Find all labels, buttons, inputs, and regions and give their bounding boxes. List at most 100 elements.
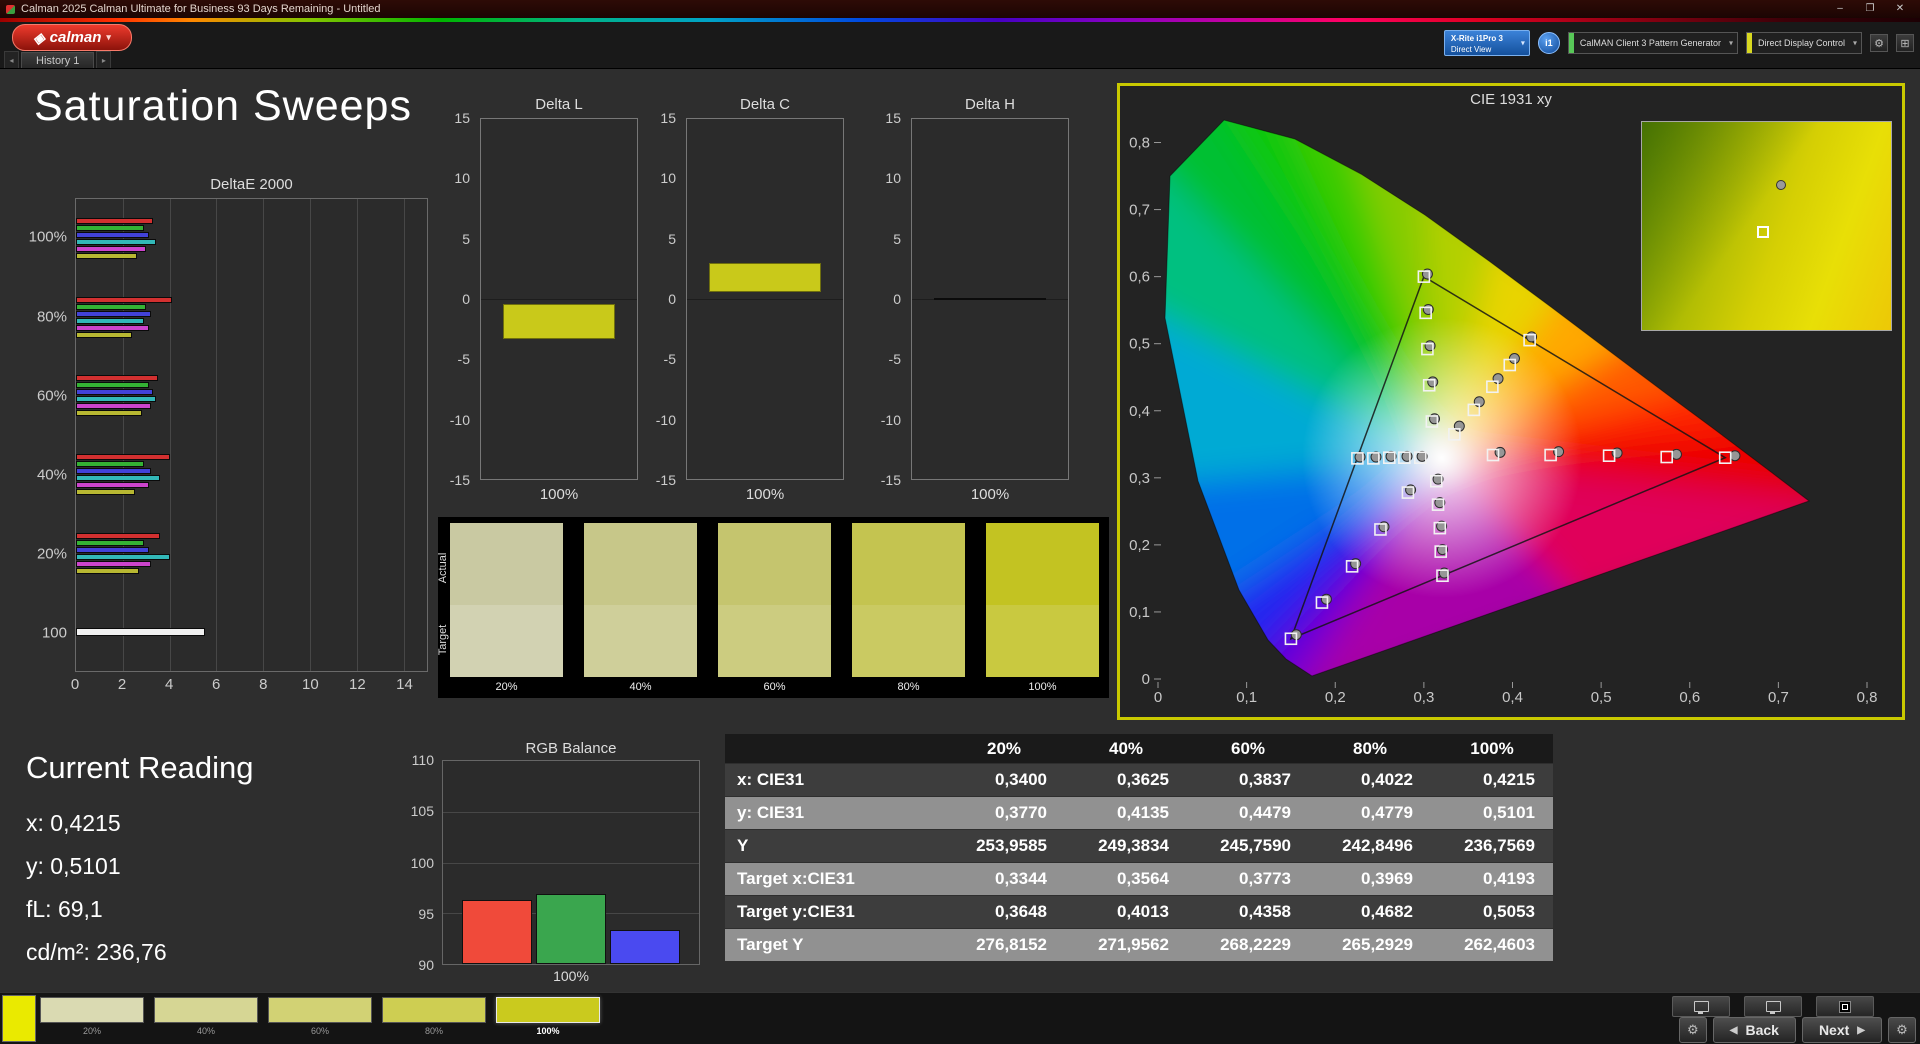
y-tick-label: 0,1 (1129, 604, 1150, 621)
y-axis-labels: 151050-5-10-15 (430, 118, 480, 480)
deltae-2000-chart: DeltaE 2000 100%80%60%40%20%100 02468101… (18, 176, 428, 694)
display-control-dropdown[interactable]: Direct Display Control ▾ (1746, 32, 1862, 54)
x-axis-label: 100% (911, 486, 1069, 503)
minimize-button[interactable]: – (1826, 0, 1854, 18)
pattern-swatch-button[interactable]: 40% (154, 997, 258, 1036)
measured-marker (1554, 447, 1564, 457)
table-cell: 0,3770 (943, 803, 1065, 823)
delta-h-chart: Delta H 151050-5-10-15 100% (861, 96, 1069, 503)
y-tick-label: 15 (660, 110, 676, 126)
meter-status-badge[interactable]: i1 (1538, 32, 1560, 54)
back-options-button[interactable]: ⚙ (1679, 1017, 1707, 1043)
window-display-button[interactable] (1744, 996, 1802, 1017)
bar (76, 547, 149, 553)
actual-swatch (584, 523, 697, 605)
workflow-navigation: ⚙ ◀ Back Next ▶ ⚙ (1679, 1017, 1916, 1043)
external-display-button[interactable] (1672, 996, 1730, 1017)
current-reading-panel: Current Reading x: 0,4215 y: 0,5101 fL: … (26, 750, 356, 974)
row-label: Target y:CIE31 (725, 902, 943, 922)
y-tick-label: -5 (889, 351, 901, 367)
tab-history-1[interactable]: History 1 (21, 52, 94, 68)
delta-bar (503, 304, 615, 339)
display-mode-buttons (1672, 996, 1874, 1017)
current-pattern-swatch (2, 995, 36, 1042)
settings-gear-button[interactable]: ⚙ (1870, 34, 1888, 52)
x-axis-label: 100% (442, 968, 700, 984)
display-control-label: Direct Display Control (1758, 38, 1845, 48)
x-tick-label: 12 (349, 676, 366, 693)
swatch-column: 100% (986, 523, 1099, 698)
bar (76, 554, 170, 560)
bar-red (462, 900, 532, 964)
next-options-button[interactable]: ⚙ (1888, 1017, 1916, 1043)
bar (76, 482, 149, 488)
back-button[interactable]: ◀ Back (1713, 1017, 1796, 1043)
target-swatch (584, 605, 697, 677)
row-label: Target x:CIE31 (725, 869, 943, 889)
window-grid-icon: ⊞ (1900, 37, 1909, 50)
pattern-swatch-button[interactable]: 80% (382, 997, 486, 1036)
bar (76, 218, 153, 224)
x-tick-label: 14 (396, 676, 413, 693)
column-header: 80% (1309, 739, 1431, 759)
pattern-generator-dropdown[interactable]: CalMAN Client 3 Pattern Generator ▾ (1568, 32, 1738, 54)
swatch-color (40, 997, 144, 1023)
x-tick-label: 0,2 (1325, 689, 1346, 706)
table-row: Y253,9585249,3834245,7590242,8496236,756… (725, 830, 1553, 863)
bar (76, 253, 137, 259)
table-cell: 0,4479 (1187, 803, 1309, 823)
tab-scroll-right-button[interactable]: ▸ (96, 51, 111, 68)
bar (76, 382, 149, 388)
swatch-label: 40% (584, 677, 697, 698)
bar (76, 225, 144, 231)
close-button[interactable]: ✕ (1886, 0, 1914, 18)
chart-title: Delta L (480, 96, 638, 116)
chart-title: DeltaE 2000 (75, 176, 428, 196)
reading-x: x: 0,4215 (26, 802, 356, 845)
swatch-column: 40% (584, 523, 697, 698)
y-tick-label: -15 (656, 472, 676, 488)
plot-area (442, 760, 700, 965)
chart-title: RGB Balance (442, 740, 700, 758)
reading-cdm2: cd/m²: 236,76 (26, 931, 356, 974)
bar (76, 468, 151, 474)
y-tick-label: -10 (881, 412, 901, 428)
delta-c-chart: Delta C 151050-5-10-15 100% (636, 96, 844, 503)
pattern-swatch-button[interactable]: 100% (496, 997, 600, 1036)
next-button[interactable]: Next ▶ (1802, 1017, 1882, 1043)
y-tick-label: 20% (37, 545, 67, 562)
pattern-swatch-button[interactable]: 20% (40, 997, 144, 1036)
table-cell: 249,3834 (1065, 836, 1187, 856)
swatch-column: 20% (450, 523, 563, 698)
table-cell: 265,2929 (1309, 935, 1431, 955)
calman-logo-button[interactable]: ◈ calman ▾ (12, 24, 132, 51)
y-tick-label: 0,7 (1129, 202, 1150, 219)
target-row-label: Target (437, 625, 449, 656)
table-row: Target x:CIE310,33440,35640,37730,39690,… (725, 863, 1553, 896)
swatch-color (496, 997, 600, 1023)
reading-fl: fL: 69,1 (26, 888, 356, 931)
window-controls: – ❐ ✕ (1826, 0, 1914, 18)
cie-1931-chart: CIE 1931 xy (1117, 83, 1905, 720)
plot-area (75, 198, 428, 672)
table-cell: 276,8152 (943, 935, 1065, 955)
maximize-button[interactable]: ❐ (1856, 0, 1884, 18)
meter-name: X-Rite i1Pro 3 (1451, 33, 1515, 44)
layout-button[interactable]: ⊞ (1896, 34, 1914, 52)
x-tick-label: 6 (212, 676, 220, 693)
tab-scroll-left-button[interactable]: ◂ (4, 51, 19, 68)
pattern-bar: 20% 40% 60% 80% 100% ⚙ ◀ Back Next ▶ ⚙ (0, 992, 1920, 1044)
table-row: x: CIE310,34000,36250,38370,40220,4215 (725, 764, 1553, 797)
table-cell: 0,3344 (943, 869, 1065, 889)
x-tick-label: 8 (259, 676, 267, 693)
bar (76, 461, 144, 467)
y-tick-label: 10 (885, 170, 901, 186)
meter-dropdown[interactable]: X-Rite i1Pro 3 Direct View ▾ (1444, 30, 1530, 56)
pattern-swatch-button[interactable]: 60% (268, 997, 372, 1036)
swatch-column: 80% (852, 523, 965, 698)
bar (76, 410, 142, 416)
column-header: 60% (1187, 739, 1309, 759)
pattern-window-button[interactable] (1816, 996, 1874, 1017)
actual-swatch (450, 523, 563, 605)
y-tick-label: -15 (881, 472, 901, 488)
